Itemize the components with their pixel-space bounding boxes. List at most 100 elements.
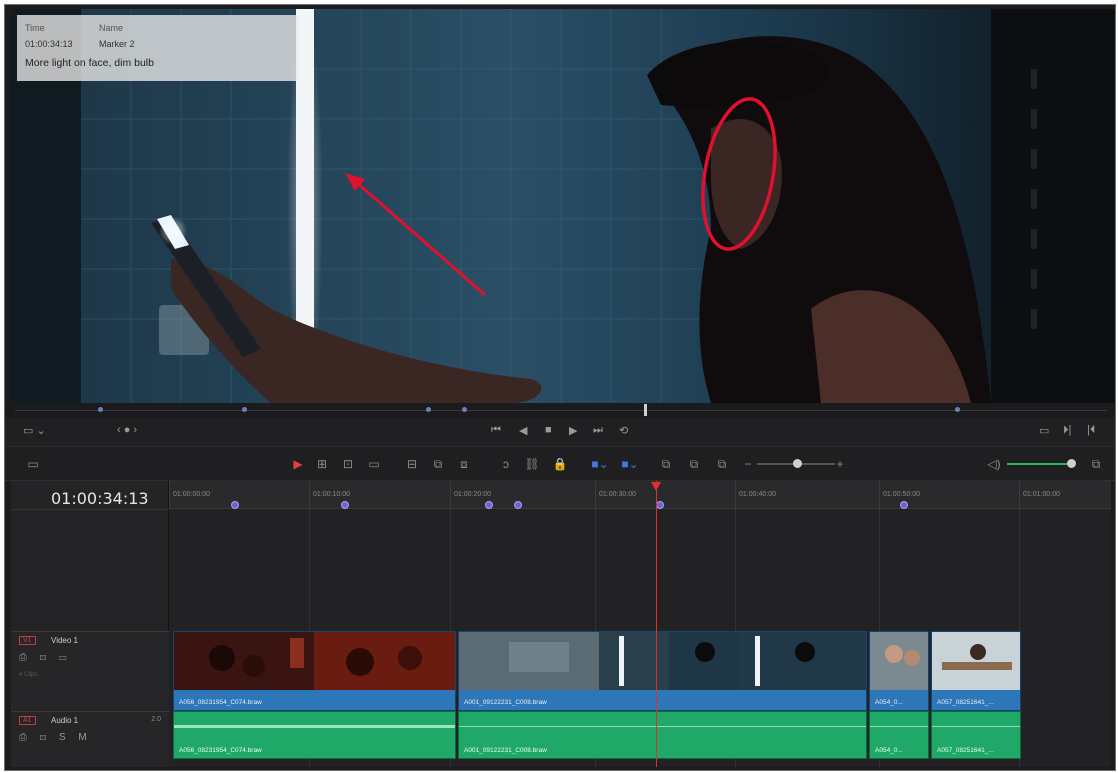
clip-name: A054_0... bbox=[875, 699, 903, 706]
marker-color-dropdown[interactable]: ■⌄ bbox=[617, 455, 643, 473]
track-headers-panel: 01:00:34:13 V1 Video 1 ⎙ ⊡ ▭ 4 Clips A1 … bbox=[11, 481, 169, 767]
ruler-label: 01:01:00:00 bbox=[1023, 491, 1060, 498]
scrub-marker bbox=[955, 407, 960, 412]
track-name[interactable]: Video 1 bbox=[51, 636, 78, 645]
match-frame-button[interactable]: ▭ bbox=[1039, 424, 1049, 437]
selection-tool-icon[interactable]: ▶ bbox=[289, 455, 307, 473]
ruler-tick bbox=[879, 481, 880, 509]
marker-note-text: More light on face, dim bulb bbox=[25, 57, 154, 69]
video-clip[interactable]: A001_09122231_C008.braw bbox=[458, 631, 867, 711]
audio-waveform bbox=[870, 726, 928, 727]
layout-icon[interactable]: ▭ bbox=[21, 455, 45, 473]
audio-waveform bbox=[174, 725, 455, 728]
track-channel-format: 2.0 bbox=[151, 716, 161, 723]
clip-name: A054_0... bbox=[875, 747, 903, 754]
timeline-marker[interactable] bbox=[231, 501, 239, 509]
skip-end-button[interactable]: ⏭ bbox=[593, 424, 603, 437]
track-id-a1[interactable]: A1 bbox=[19, 716, 36, 725]
viewer[interactable]: Time Name 01:00:34:13 Marker 2 More ligh… bbox=[11, 9, 1115, 403]
resolve-edit-page: Time Name 01:00:34:13 Marker 2 More ligh… bbox=[4, 4, 1116, 771]
ruler-label: 01:00:40:00 bbox=[739, 491, 776, 498]
audio-meter-icon[interactable]: ⧉ bbox=[1085, 455, 1107, 473]
timeline-marker[interactable] bbox=[514, 501, 522, 509]
clip-name: A057_08251641_... bbox=[937, 699, 994, 706]
marker-overlay: Time Name 01:00:34:13 Marker 2 More ligh… bbox=[17, 15, 299, 81]
skip-start-button[interactable]: ⏮ bbox=[491, 424, 501, 437]
ruler-tick bbox=[735, 481, 736, 509]
scrub-track bbox=[15, 410, 1107, 411]
audio-waveform bbox=[459, 726, 866, 727]
audio-clip[interactable]: A001_09122231_C008.braw bbox=[458, 711, 867, 759]
replace-clip-icon[interactable]: ⧈ bbox=[455, 455, 473, 473]
jog-control[interactable]: ‹ ● › bbox=[117, 424, 137, 436]
mark-out-button[interactable]: |⏴ bbox=[1087, 424, 1095, 437]
track-controls[interactable]: ⎙ ⊡ ▭ bbox=[19, 652, 72, 663]
ruler-tick bbox=[595, 481, 596, 509]
zoom-out-icon[interactable]: − bbox=[739, 455, 757, 473]
scrub-playhead[interactable] bbox=[644, 404, 647, 416]
marker-time-value: 01:00:34:13 bbox=[25, 39, 73, 49]
timeline-marker[interactable] bbox=[656, 501, 664, 509]
volume-icon[interactable]: ◁) bbox=[983, 455, 1005, 473]
marker-name-header: Name bbox=[99, 23, 124, 33]
timeline-playhead[interactable] bbox=[656, 481, 657, 767]
marker-name-value: Marker 2 bbox=[99, 39, 135, 49]
overwrite-clip-icon[interactable]: ⧉ bbox=[429, 455, 447, 473]
clip-name: A057_08251641_... bbox=[937, 747, 994, 754]
clip-thumbnails bbox=[459, 632, 866, 690]
viewer-size-dropdown[interactable]: ▭ ⌄ bbox=[23, 424, 46, 437]
track-id-v1[interactable]: V1 bbox=[19, 636, 36, 645]
transport-bar: ▭ ⌄ ‹ ● › ⏮ ◀ ■ ▶ ⏭ ⟲ ▭ ⏵| |⏴ bbox=[5, 417, 1115, 447]
ruler-tick bbox=[309, 481, 310, 509]
mark-in-button[interactable]: ⏵| bbox=[1063, 424, 1071, 437]
volume-slider-knob[interactable] bbox=[1067, 459, 1076, 468]
stop-button[interactable]: ■ bbox=[545, 424, 552, 436]
zoom-full-icon[interactable]: ⧉ bbox=[657, 455, 675, 473]
video-track-header[interactable]: V1 Video 1 ⎙ ⊡ ▭ 4 Clips bbox=[11, 631, 169, 711]
timeline-ruler[interactable]: 01:00:00:00 01:00:10:00 01:00:20:00 01:0… bbox=[169, 481, 1111, 509]
snapping-icon[interactable]: ↄ bbox=[497, 455, 515, 473]
zoom-slider-knob[interactable] bbox=[793, 459, 802, 468]
volume-slider-track[interactable] bbox=[1007, 463, 1071, 465]
zoom-detail-icon[interactable]: ⧉ bbox=[685, 455, 703, 473]
ruler-tick bbox=[450, 481, 451, 509]
ruler-label: 01:00:00:00 bbox=[173, 491, 210, 498]
audio-clip[interactable]: A057_08251641_... bbox=[931, 711, 1021, 759]
ruler-label: 01:00:20:00 bbox=[454, 491, 491, 498]
position-lock-icon[interactable]: 🔒 bbox=[551, 455, 569, 473]
track-controls[interactable]: ⎙ ⊡ S M bbox=[19, 732, 92, 743]
track-name[interactable]: Audio 1 bbox=[51, 716, 78, 725]
viewer-scrubber[interactable] bbox=[5, 403, 1115, 417]
audio-track-header[interactable]: A1 Audio 1 2.0 ⎙ ⊡ S M bbox=[11, 711, 169, 767]
insert-clip-icon[interactable]: ⊟ bbox=[403, 455, 421, 473]
audio-clip[interactable]: A056_08231954_C074.braw bbox=[173, 711, 456, 759]
ruler-tick bbox=[1019, 481, 1020, 509]
clip-thumbnails bbox=[174, 632, 455, 690]
playhead-handle[interactable] bbox=[651, 482, 661, 491]
loop-icon[interactable]: ⟲ bbox=[619, 424, 628, 437]
reverse-play-button[interactable]: ◀ bbox=[519, 424, 527, 437]
timeline-area[interactable]: 01:00:00:00 01:00:10:00 01:00:20:00 01:0… bbox=[169, 481, 1111, 767]
ruler-tick bbox=[169, 481, 170, 509]
zoom-custom-icon[interactable]: ⧉ bbox=[713, 455, 731, 473]
blade-tool-icon[interactable]: ▭ bbox=[365, 455, 383, 473]
audio-clip[interactable]: A054_0... bbox=[869, 711, 929, 759]
timeline-marker[interactable] bbox=[900, 501, 908, 509]
timeline-timecode: 01:00:34:13 bbox=[51, 489, 149, 508]
video-clip[interactable]: A057_08251641_... bbox=[931, 631, 1021, 711]
play-button[interactable]: ▶ bbox=[569, 424, 577, 437]
timeline-marker[interactable] bbox=[485, 501, 493, 509]
video-clip[interactable]: A054_0... bbox=[869, 631, 929, 711]
ruler-label: 01:00:30:00 bbox=[599, 491, 636, 498]
linked-selection-icon[interactable]: ⛓ bbox=[523, 455, 541, 473]
video-clip[interactable]: A056_08231954_C074.braw bbox=[173, 631, 456, 711]
zoom-in-icon[interactable]: + bbox=[831, 455, 849, 473]
flag-color-dropdown[interactable]: ■⌄ bbox=[587, 455, 613, 473]
dynamic-trim-icon[interactable]: ⊡ bbox=[339, 455, 357, 473]
trim-tool-icon[interactable]: ⊞ bbox=[313, 455, 331, 473]
marker-time-header: Time bbox=[25, 23, 45, 33]
clip-thumbnails bbox=[870, 632, 928, 690]
ruler-label: 01:00:50:00 bbox=[883, 491, 920, 498]
timeline-marker[interactable] bbox=[341, 501, 349, 509]
scrub-marker bbox=[98, 407, 103, 412]
